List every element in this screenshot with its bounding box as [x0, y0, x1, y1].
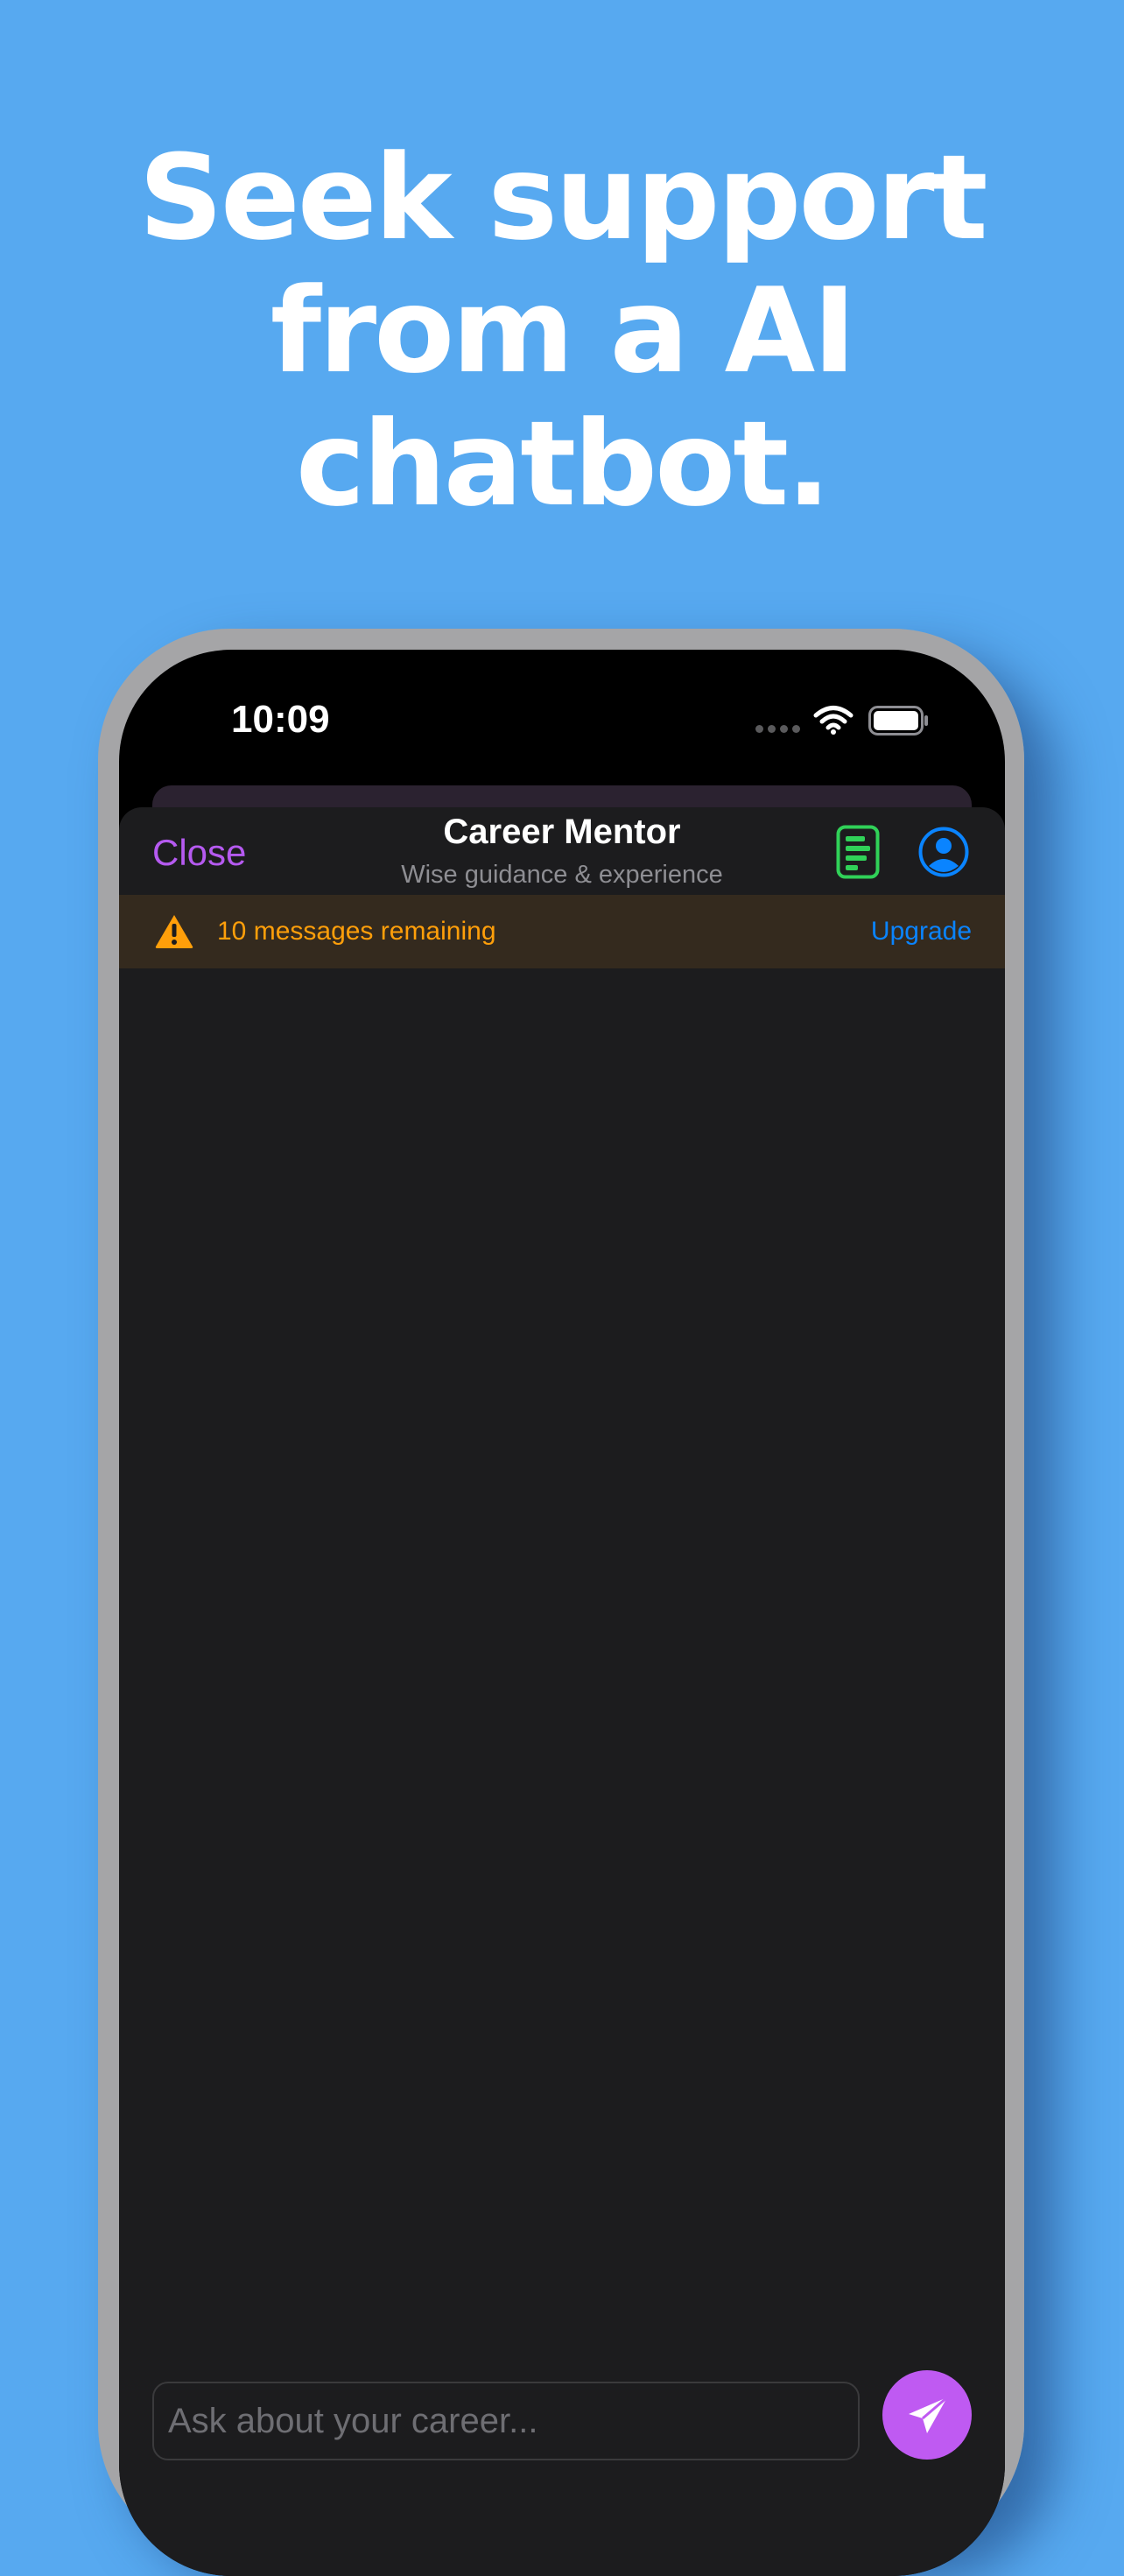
messages-remaining-banner: 10 messages remaining Upgrade [119, 895, 1005, 968]
message-input[interactable] [152, 2382, 860, 2460]
warning-icon [155, 915, 193, 948]
headline-line-1: Seek support [138, 130, 987, 266]
messages-remaining-text: 10 messages remaining [217, 917, 496, 946]
headline-line-2: from a AI [270, 263, 856, 399]
headline-line-3: chatbot. [295, 396, 831, 532]
marketing-headline: Seek support from a AI chatbot. [0, 131, 1124, 531]
page-subtitle: Wise guidance & experience [401, 861, 723, 889]
chat-messages-area[interactable] [119, 968, 1005, 2282]
wifi-icon [813, 706, 854, 735]
phone-screen: 10:09 Close Career Mentor Wise guidance … [119, 650, 1005, 2576]
signal-dots-icon [755, 725, 801, 734]
chat-sheet: Close Career Mentor Wise guidance & expe… [119, 807, 1005, 2576]
send-icon [909, 2396, 948, 2433]
battery-icon [868, 706, 928, 735]
send-button[interactable] [882, 2370, 972, 2460]
status-time: 10:09 [231, 698, 330, 741]
profile-icon[interactable] [917, 826, 970, 878]
close-button[interactable]: Close [152, 827, 246, 879]
page-title: Career Mentor [443, 813, 681, 851]
notes-icon[interactable] [836, 825, 880, 879]
upgrade-link[interactable]: Upgrade [871, 912, 972, 951]
